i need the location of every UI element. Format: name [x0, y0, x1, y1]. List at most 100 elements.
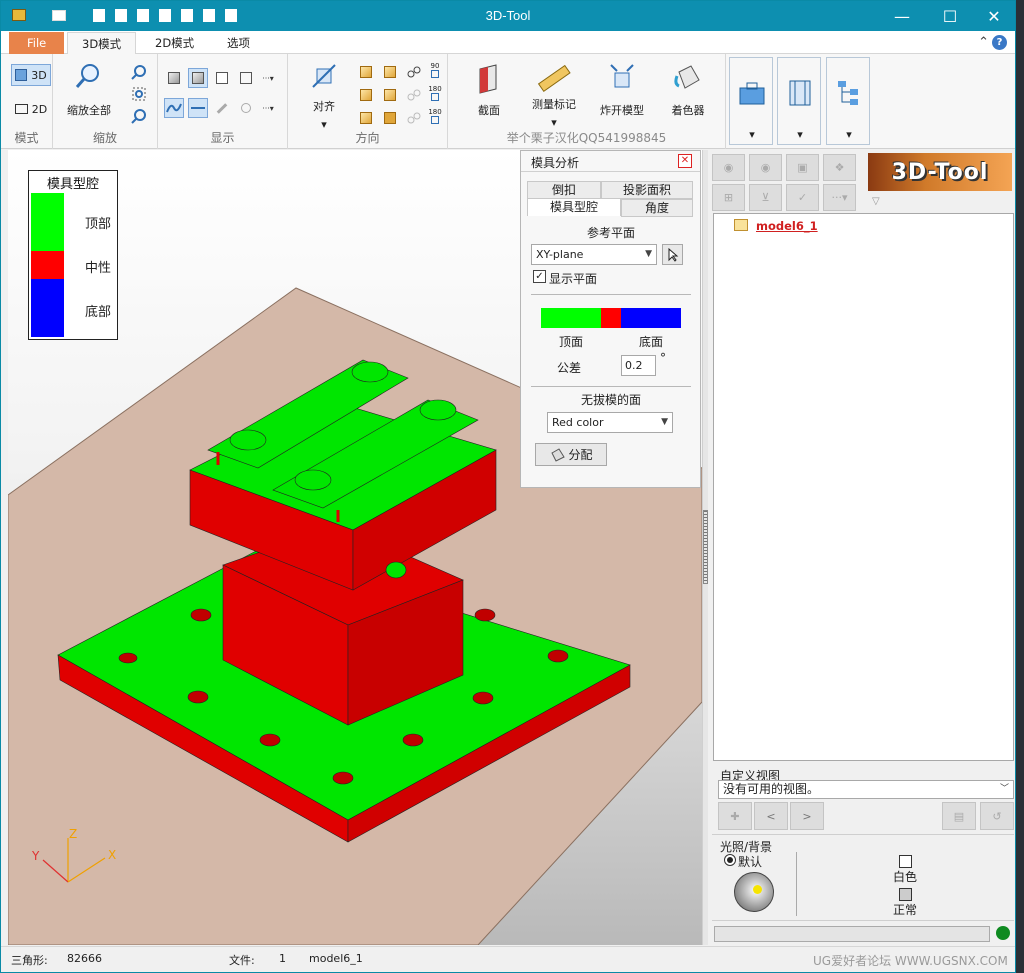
expand-icon[interactable]: ⊞ — [712, 184, 745, 211]
zoom-out-icon[interactable] — [129, 106, 149, 126]
close-button[interactable]: ✕ — [971, 1, 1017, 31]
view-right-icon[interactable] — [380, 85, 400, 105]
legend-label-bottom: 底部 — [85, 305, 112, 320]
triangles-label: 三角形: — [11, 954, 48, 967]
delete-view-icon[interactable]: ↺ — [980, 802, 1014, 830]
pick-plane-button[interactable] — [662, 244, 683, 265]
status-indicator-icon — [996, 926, 1010, 940]
toolbox-dropdown[interactable]: ▾ — [729, 57, 773, 145]
curves-icon[interactable] — [164, 98, 184, 118]
tab-options[interactable]: 选项 — [213, 32, 264, 54]
more-display-icon[interactable]: ···▾ — [258, 68, 278, 88]
close-icon[interactable]: ✕ — [678, 154, 692, 168]
ribbon-tabs: File 3D模式 2D模式 选项 ⌃ ? — [1, 31, 1015, 54]
more-tree-icon[interactable]: ···▾ — [823, 184, 856, 211]
structure-dropdown-icon: ▾ — [846, 128, 852, 141]
tolerance-input[interactable]: 0.2 — [621, 355, 656, 376]
show-plane-checkbox[interactable]: ✓ — [533, 270, 546, 283]
tab-projected-area[interactable]: 投影面积 — [601, 181, 693, 199]
measure-icon[interactable] — [534, 60, 574, 94]
maximize-button[interactable]: ☐ — [927, 1, 973, 31]
ribbon: 3D 2D 模式 缩放全部 缩放 ···▾ ···▾ 显示 对齐 ▾ 90 18… — [1, 54, 1015, 149]
pmi-icon[interactable] — [212, 98, 232, 118]
group-label-direction: 方向 — [355, 131, 380, 145]
tab-mold-cavity[interactable]: 模具型腔 — [527, 198, 621, 216]
explode-label[interactable]: 炸开模型 — [594, 102, 650, 118]
align-label[interactable]: 对齐 — [304, 98, 344, 114]
prev-view-icon[interactable]: < — [754, 802, 788, 830]
add-view-icon[interactable]: ✚ — [718, 802, 752, 830]
chevron-up-icon[interactable]: ⌃ — [978, 35, 989, 50]
more-display-2-icon[interactable]: ···▾ — [258, 98, 278, 118]
measure-label[interactable]: 测量标记 — [526, 96, 582, 112]
save-view-icon[interactable]: ▤ — [942, 802, 976, 830]
toolbox-icon — [736, 78, 768, 108]
mode-2d-button[interactable]: 2D — [11, 98, 51, 120]
wireframe-icon[interactable] — [236, 68, 256, 88]
next-view-icon[interactable]: > — [790, 802, 824, 830]
points-icon[interactable] — [236, 98, 256, 118]
eye-icon[interactable]: ◉ — [712, 154, 745, 181]
view-left-icon[interactable] — [356, 85, 376, 105]
zoom-all-icon[interactable] — [73, 60, 105, 92]
filter-check-icon[interactable]: ✓ — [786, 184, 819, 211]
tree-item-model[interactable]: model6_1 — [756, 219, 818, 233]
separator-1 — [531, 294, 691, 295]
shaded-view-icon[interactable] — [164, 68, 184, 88]
group-display: ···▾ ···▾ 显示 — [158, 54, 288, 149]
hide-icon[interactable]: ◉ — [749, 154, 782, 181]
measure-dropdown-icon[interactable]: ▾ — [548, 116, 560, 129]
funnel-icon[interactable]: ▽ — [872, 196, 880, 207]
explode-icon[interactable] — [602, 60, 642, 94]
zoom-window-icon[interactable] — [129, 62, 149, 82]
paint-bucket-icon[interactable] — [670, 60, 706, 94]
transparency-icon[interactable]: ❖ — [823, 154, 856, 181]
assign-button[interactable]: 分配 — [535, 443, 607, 466]
separator-3 — [712, 834, 1014, 835]
animation-dropdown[interactable]: ▾ — [777, 57, 821, 145]
structure-dropdown[interactable]: ▾ — [826, 57, 870, 145]
align-icon[interactable] — [308, 60, 340, 92]
rotate-link-icon[interactable] — [404, 62, 424, 82]
white-bg-checkbox[interactable] — [899, 855, 912, 868]
tab-3d-mode[interactable]: 3D模式 — [67, 32, 137, 54]
shaded-edges-icon[interactable] — [188, 68, 208, 88]
normal-bg-checkbox[interactable] — [899, 888, 912, 901]
section-icon[interactable] — [472, 62, 506, 96]
tab-undercut[interactable]: 倒扣 — [527, 181, 601, 199]
dimensions-icon[interactable] — [188, 98, 208, 118]
ref-plane-select[interactable]: XY-plane ▼ — [531, 244, 657, 265]
structure-tree[interactable]: model6_1 — [713, 213, 1014, 761]
tab-file[interactable]: File — [9, 32, 65, 54]
no-draft-color-select[interactable]: Red color ▼ — [547, 412, 673, 433]
help-icon[interactable]: ? — [992, 35, 1007, 50]
tree-structure-icon — [833, 78, 865, 108]
window-title: 3D-Tool — [485, 8, 531, 23]
tab-2d-mode[interactable]: 2D模式 — [141, 32, 208, 54]
rotate-180-b-button[interactable]: 180 — [426, 104, 444, 128]
rotate-180-button[interactable]: 180 — [426, 81, 444, 105]
separator-5 — [712, 920, 1014, 921]
section-label[interactable]: 截面 — [468, 102, 510, 118]
rotate-90-button[interactable]: 90 — [426, 58, 444, 82]
rotate-link-3-icon[interactable] — [404, 108, 424, 128]
color-label[interactable]: 着色器 — [664, 102, 712, 118]
view-back-icon[interactable] — [380, 62, 400, 82]
group-label-display: 显示 — [210, 131, 235, 145]
hidden-line-icon[interactable] — [212, 68, 232, 88]
zoom-all-label[interactable]: 缩放全部 — [63, 102, 115, 118]
default-radio[interactable] — [724, 854, 736, 866]
tab-angle[interactable]: 角度 — [621, 199, 693, 217]
custom-view-select[interactable]: 没有可用的视图。 ﹀ — [718, 780, 1014, 799]
status-bar: 三角形: 82666 文件: 1 model6_1 UG爱好者论坛 WWW.UG… — [1, 946, 1015, 972]
rotate-link-2-icon[interactable] — [404, 85, 424, 105]
view-front-icon[interactable] — [356, 62, 376, 82]
light-sphere-icon[interactable] — [734, 872, 774, 912]
isolate-icon[interactable]: ▣ — [786, 154, 819, 181]
minimize-button[interactable]: — — [879, 1, 925, 31]
filter-up-icon[interactable]: ⊻ — [749, 184, 782, 211]
zoom-box-icon[interactable] — [129, 84, 149, 104]
mode-3d-button[interactable]: 3D — [11, 64, 51, 86]
view-top-icon[interactable] — [356, 108, 376, 128]
view-iso-icon[interactable] — [380, 108, 400, 128]
